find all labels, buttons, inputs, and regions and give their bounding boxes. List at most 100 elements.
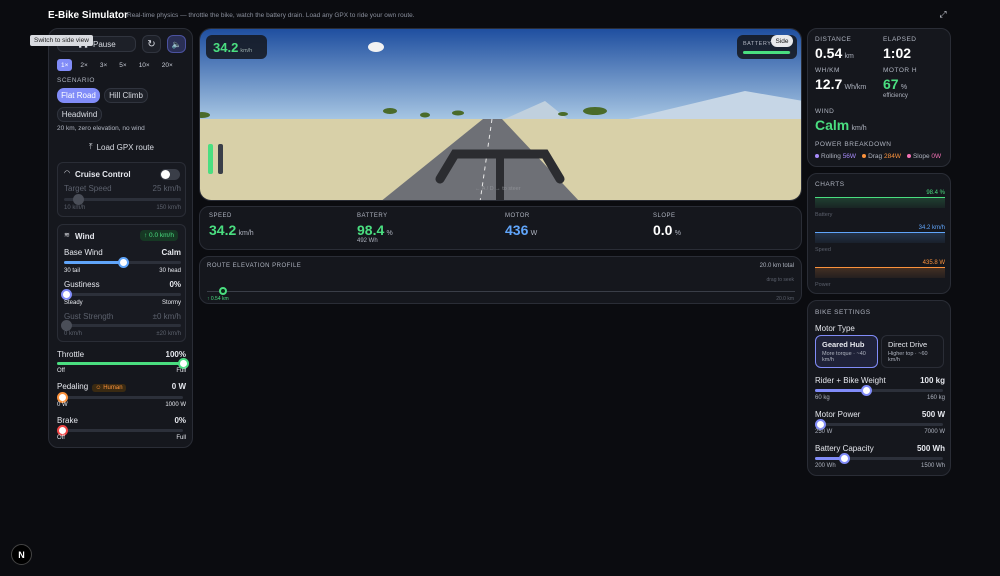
power-name: Drag	[868, 153, 883, 160]
load-gpx-button[interactable]: ⤒ Load GPX route	[57, 139, 186, 155]
power-dot	[815, 154, 819, 158]
readout-speed: SPEED 34.2 km/h	[209, 213, 349, 238]
readout-unit: W	[530, 230, 538, 237]
scenario-flat-road[interactable]: Flat Road	[57, 88, 100, 103]
time-scale-button[interactable]: 10×	[135, 59, 154, 71]
weight-fill	[815, 389, 867, 392]
battery-overlay-label: BATTERY	[743, 41, 772, 47]
readout-slope: SLOPE 0.0 %	[653, 213, 793, 238]
scene-canvas	[200, 29, 801, 200]
readout-value-group: 98.4 %	[357, 222, 497, 238]
gust-strength-slider[interactable]	[61, 320, 181, 331]
readout-label: BATTERY	[357, 213, 388, 219]
motor-power-slider[interactable]	[815, 419, 943, 430]
weight-slider[interactable]	[815, 385, 943, 396]
battery-capacity-slider[interactable]	[815, 453, 943, 464]
power-item-rolling: Rolling 56W	[815, 153, 856, 160]
elapsed-label: ELAPSED	[883, 36, 917, 43]
power-name: Slope	[912, 153, 930, 160]
weight-label: Rider + Bike Weight	[815, 376, 886, 385]
readout-label: SLOPE	[653, 213, 676, 219]
geared-hub-option[interactable]: Geared Hub More torque · ~40 km/h	[815, 335, 878, 368]
gustiness-min: Steady	[64, 300, 83, 306]
distance-label: DISTANCE	[815, 36, 852, 43]
scene-view[interactable]: 34.2 km/h BATTERY Side ← A / D → to stee…	[199, 28, 802, 201]
throttle-fill	[57, 362, 183, 365]
brake-min: Off	[57, 435, 65, 441]
distance-unit: km	[844, 53, 854, 60]
gust-strength-value: ±0 km/h	[152, 312, 181, 321]
power-value: 284W	[883, 153, 901, 160]
mini-chart-value: 34.2 km/h	[918, 225, 945, 231]
base-wind-fill	[64, 261, 123, 264]
brake-range: Off Full	[57, 435, 186, 441]
battery-capacity-min: 200 Wh	[815, 463, 836, 469]
sun	[368, 42, 384, 52]
gust-strength-label: Gust Strength	[64, 312, 114, 321]
app-subtitle: Real-time physics — throttle the bike, w…	[127, 12, 415, 19]
readout-label: SPEED	[209, 213, 232, 219]
time-scale-button[interactable]: 1×	[57, 59, 73, 71]
position-label: ↑ 0.54 km	[207, 296, 229, 302]
scenario-hill-climb[interactable]: Hill Climb	[104, 88, 148, 103]
battery-capacity-row: Battery Capacity 500 Wh	[815, 444, 945, 453]
side-view-label: Side	[775, 37, 789, 45]
wind-stat-label: WIND	[815, 108, 835, 115]
brake-value: 0%	[174, 416, 186, 425]
reset-button[interactable]: ↻	[142, 35, 161, 53]
gustiness-value: 0%	[169, 280, 181, 289]
cruise-toggle[interactable]	[160, 169, 180, 180]
gustiness-slider[interactable]	[61, 289, 181, 300]
speed-overlay-unit: km/h	[240, 48, 253, 54]
sound-button[interactable]: 🔈	[167, 35, 186, 53]
brake-slider[interactable]	[57, 425, 183, 436]
time-scale-button[interactable]: 3×	[96, 59, 111, 71]
readout-value-group: 34.2 km/h	[209, 222, 349, 238]
power-value: 0W	[931, 153, 942, 160]
gust-strength-range: 0 km/h ±20 km/h	[64, 331, 181, 337]
base-wind-slider[interactable]	[64, 257, 181, 268]
brake-row: Brake 0%	[57, 416, 186, 425]
next-logo-button[interactable]: N	[11, 544, 32, 565]
scenario-headwind[interactable]: Headwind	[57, 107, 102, 122]
weight-range: 60 kg 160 kg	[815, 395, 945, 401]
upload-icon: ⤒	[89, 142, 93, 151]
elevation-profile-line	[207, 291, 795, 292]
target-speed-min: 10 km/h	[64, 205, 86, 211]
n-logo-icon: N	[18, 549, 25, 560]
mini-chart-label: Power	[815, 282, 831, 288]
battery-overlay-fill	[743, 51, 791, 54]
app-title: E-Bike Simulator	[48, 10, 129, 21]
base-wind-value: Calm	[161, 248, 181, 257]
gauge-icon: ◠	[64, 170, 71, 177]
power-breakdown-row: Rolling 56W Drag 284W Slope 0W	[815, 153, 941, 160]
pedaling-slider[interactable]	[57, 392, 183, 403]
time-scale-button[interactable]: 5×	[115, 59, 130, 71]
throttle-label: Throttle	[57, 350, 85, 359]
elevation-profile-total: 20.0 km total	[759, 263, 794, 269]
readout-value: 0.0	[653, 222, 673, 238]
geared-hub-desc: More torque · ~40 km/h	[822, 351, 866, 363]
fullscreen-button[interactable]: ⤢	[935, 6, 951, 22]
time-scale-button[interactable]: 2×	[76, 59, 91, 71]
readout-value: 436	[505, 222, 529, 238]
weight-max: 160 kg	[926, 395, 945, 401]
gustiness-label: Gustiness	[64, 280, 100, 289]
position-marker[interactable]	[218, 287, 227, 295]
throttle-slider[interactable]	[57, 358, 189, 369]
target-speed-slider[interactable]	[64, 194, 181, 205]
scenario-description: 20 km, zero elevation, no wind	[57, 125, 145, 132]
distance-value: 0.54	[815, 45, 843, 61]
pedaling-label: Pedaling	[57, 382, 89, 391]
direct-drive-option[interactable]: Direct Drive Higher top · ~60 km/h	[881, 335, 944, 368]
readout-unit: %	[386, 230, 393, 237]
whkm-unit: Wh/km	[844, 84, 867, 91]
pedaling-row: Pedaling ☺ Human 0 W	[57, 382, 186, 392]
elevation-profile-panel[interactable]: ROUTE ELEVATION PROFILE 20.0 km total dr…	[199, 256, 802, 304]
weight-row: Rider + Bike Weight 100 kg	[815, 376, 945, 385]
time-scale-button[interactable]: 20×	[158, 59, 177, 71]
brake-label: Brake	[57, 416, 78, 425]
gust-strength-min: 0 km/h	[64, 331, 83, 337]
mini-chart-speed: 34.2 km/h Speed	[815, 225, 945, 257]
side-view-button[interactable]: Side	[771, 35, 793, 47]
